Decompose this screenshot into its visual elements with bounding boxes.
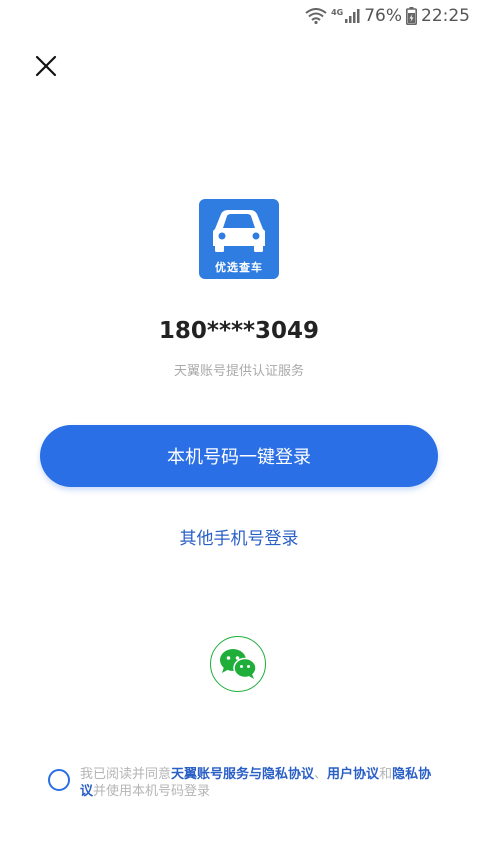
auth-provider-note: 天翼账号提供认证服务 xyxy=(173,364,304,379)
battery-icon xyxy=(406,7,417,25)
close-icon xyxy=(35,55,57,77)
app-logo: 优选查车 xyxy=(199,199,279,279)
wechat-login-button[interactable] xyxy=(210,636,266,692)
agreement-separator: 、 xyxy=(314,767,328,782)
wechat-icon xyxy=(220,649,257,679)
agreement-text: 我已阅读并同意天翼账号服务与隐私协议、用户协议和隐私协议并使用本机号码登录 xyxy=(80,766,438,800)
agreement-suffix: 并使用本机号码登录 xyxy=(93,784,211,799)
status-time: 22:25 xyxy=(421,6,470,26)
one-click-login-button[interactable]: 本机号码一键登录 xyxy=(40,425,438,487)
car-icon xyxy=(213,210,265,252)
wifi-icon xyxy=(305,8,327,24)
other-phone-login-link[interactable]: 其他手机号登录 xyxy=(0,524,478,549)
user-agreement-link[interactable]: 用户协议 xyxy=(327,767,379,782)
agreement-prefix: 我已阅读并同意 xyxy=(80,767,172,782)
status-bar: 4G 76% 22:25 xyxy=(0,0,478,32)
battery-percent: 76% xyxy=(364,6,402,26)
agreement-and: 和 xyxy=(379,767,393,782)
app-logo-text: 优选查车 xyxy=(215,261,263,274)
tianyi-privacy-link[interactable]: 天翼账号服务与隐私协议 xyxy=(171,767,314,782)
masked-phone-number: 180****3049 xyxy=(158,318,320,344)
network-type-label: 4G xyxy=(331,8,344,17)
close-button[interactable] xyxy=(30,50,62,82)
signal-icon: 4G xyxy=(331,8,360,24)
agreement-section: 我已阅读并同意天翼账号服务与隐私协议、用户协议和隐私协议并使用本机号码登录 xyxy=(48,766,438,800)
agreement-checkbox[interactable] xyxy=(48,769,70,791)
